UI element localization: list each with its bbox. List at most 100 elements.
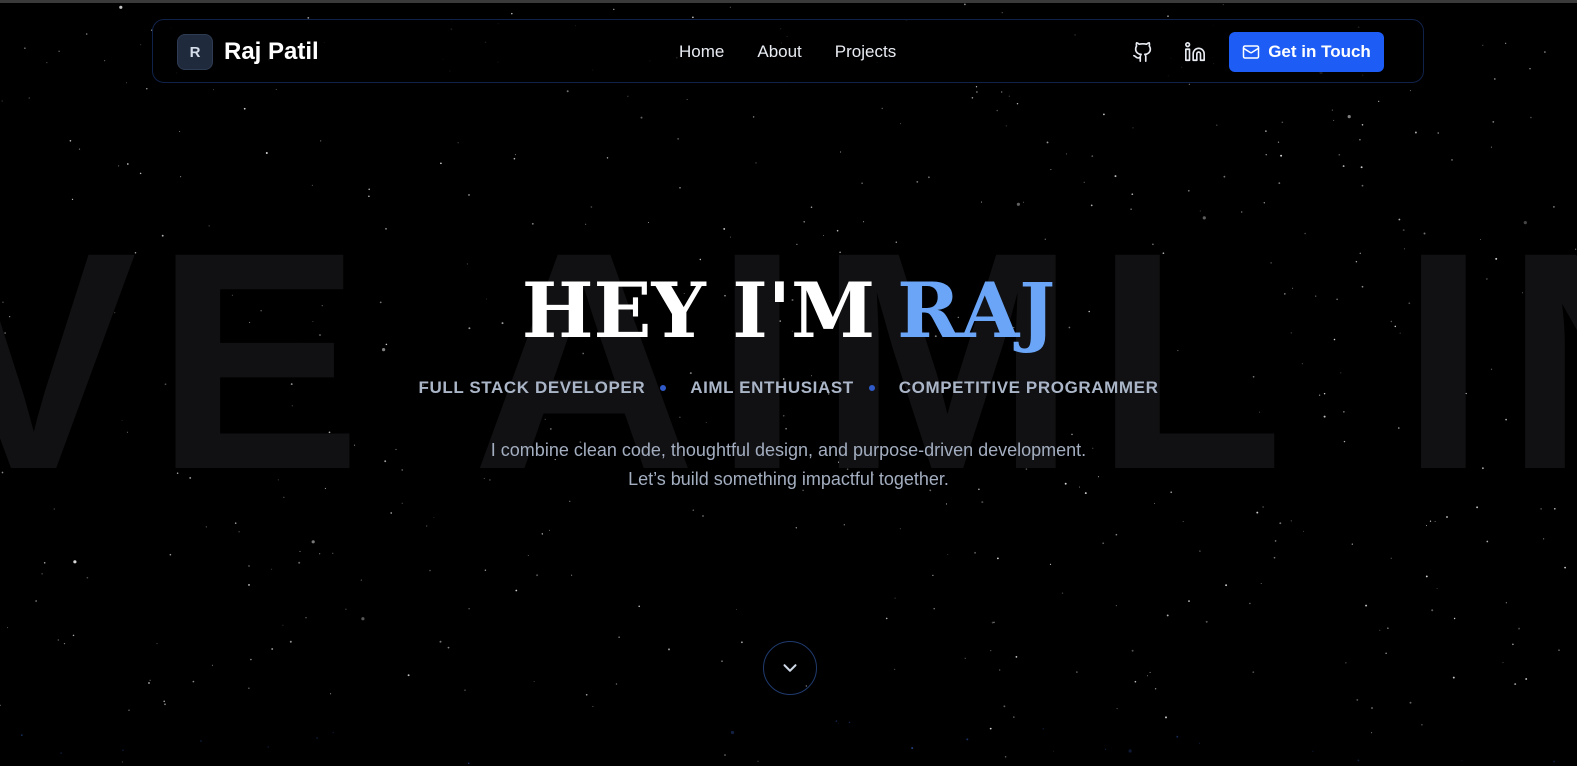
star bbox=[1553, 760, 1556, 763]
star bbox=[1529, 68, 1531, 70]
star bbox=[464, 689, 466, 691]
star bbox=[72, 634, 75, 637]
star bbox=[514, 154, 516, 156]
star bbox=[1357, 759, 1360, 762]
star bbox=[513, 157, 516, 160]
star bbox=[298, 561, 301, 564]
role-separator-dot bbox=[660, 385, 667, 391]
star bbox=[60, 752, 62, 754]
star bbox=[126, 163, 129, 165]
star bbox=[1312, 750, 1314, 753]
nav-link-home[interactable]: Home bbox=[679, 40, 724, 64]
star bbox=[267, 746, 269, 748]
scroll-down-button[interactable] bbox=[763, 641, 817, 695]
star bbox=[200, 740, 202, 742]
star bbox=[46, 62, 48, 64]
star bbox=[996, 557, 999, 560]
star bbox=[1132, 127, 1134, 129]
star bbox=[533, 681, 535, 682]
github-icon bbox=[1133, 42, 1152, 62]
star bbox=[86, 576, 89, 579]
star bbox=[440, 162, 442, 165]
star bbox=[721, 660, 723, 662]
star bbox=[991, 621, 994, 624]
star bbox=[28, 97, 31, 99]
get-in-touch-button[interactable]: Get in Touch bbox=[1229, 32, 1384, 72]
star bbox=[730, 730, 735, 735]
star bbox=[1514, 683, 1517, 686]
star bbox=[1222, 4, 1224, 6]
star bbox=[7, 627, 8, 629]
star bbox=[1512, 643, 1514, 646]
star bbox=[250, 658, 252, 661]
star bbox=[893, 668, 896, 671]
star bbox=[618, 636, 620, 638]
star bbox=[1, 100, 3, 102]
star bbox=[592, 705, 594, 708]
star bbox=[1277, 141, 1280, 143]
star bbox=[627, 95, 629, 97]
star bbox=[69, 139, 72, 142]
star bbox=[692, 16, 694, 19]
star bbox=[1115, 533, 1118, 536]
nav-link-projects[interactable]: Projects bbox=[835, 40, 896, 64]
star bbox=[1049, 563, 1052, 566]
star bbox=[121, 761, 124, 763]
star bbox=[271, 648, 274, 650]
star bbox=[122, 749, 124, 751]
star bbox=[192, 680, 195, 683]
star bbox=[361, 617, 365, 621]
tagline-line-1: I combine clean code, thoughtful design,… bbox=[490, 440, 1087, 460]
star bbox=[1425, 575, 1428, 578]
star bbox=[1409, 90, 1411, 92]
star bbox=[316, 737, 318, 739]
nav-links: Home About Projects bbox=[679, 40, 929, 64]
star bbox=[1176, 735, 1179, 738]
star bbox=[1146, 675, 1149, 677]
star bbox=[1356, 698, 1359, 701]
linkedin-icon bbox=[1185, 42, 1205, 62]
star bbox=[993, 621, 995, 624]
nav-link-about[interactable]: About bbox=[757, 40, 801, 64]
star bbox=[243, 107, 246, 110]
hero-tagline: I combine clean code, thoughtful design,… bbox=[0, 436, 1577, 494]
star bbox=[1249, 602, 1251, 605]
star bbox=[1564, 566, 1566, 569]
star bbox=[1278, 182, 1281, 185]
star bbox=[1452, 676, 1455, 679]
star bbox=[848, 721, 851, 724]
star bbox=[835, 720, 838, 722]
star bbox=[1273, 556, 1276, 559]
star bbox=[947, 554, 949, 556]
star bbox=[668, 648, 670, 651]
star bbox=[996, 109, 998, 112]
star bbox=[146, 87, 148, 90]
star bbox=[1091, 155, 1094, 158]
star bbox=[58, 50, 60, 52]
linkedin-link[interactable] bbox=[1183, 40, 1207, 64]
star bbox=[677, 138, 679, 140]
star bbox=[128, 709, 130, 711]
star bbox=[1490, 146, 1492, 148]
star bbox=[640, 116, 643, 119]
star bbox=[1371, 732, 1373, 734]
star bbox=[73, 560, 77, 564]
brand[interactable]: R Raj Patil bbox=[177, 34, 319, 70]
star bbox=[1050, 169, 1052, 171]
star bbox=[1274, 540, 1277, 542]
star bbox=[1360, 166, 1363, 169]
star bbox=[429, 569, 431, 572]
star bbox=[1331, 109, 1333, 111]
star bbox=[964, 3, 966, 6]
star bbox=[885, 617, 888, 620]
star bbox=[248, 687, 250, 689]
github-link[interactable] bbox=[1131, 40, 1155, 64]
star bbox=[585, 693, 588, 696]
star bbox=[1188, 83, 1190, 85]
star bbox=[536, 574, 539, 577]
star bbox=[1371, 707, 1373, 709]
tagline-line-2: Let’s build something impactful together… bbox=[628, 469, 949, 489]
star bbox=[1083, 181, 1085, 183]
star bbox=[1437, 132, 1439, 134]
star bbox=[1505, 602, 1507, 604]
